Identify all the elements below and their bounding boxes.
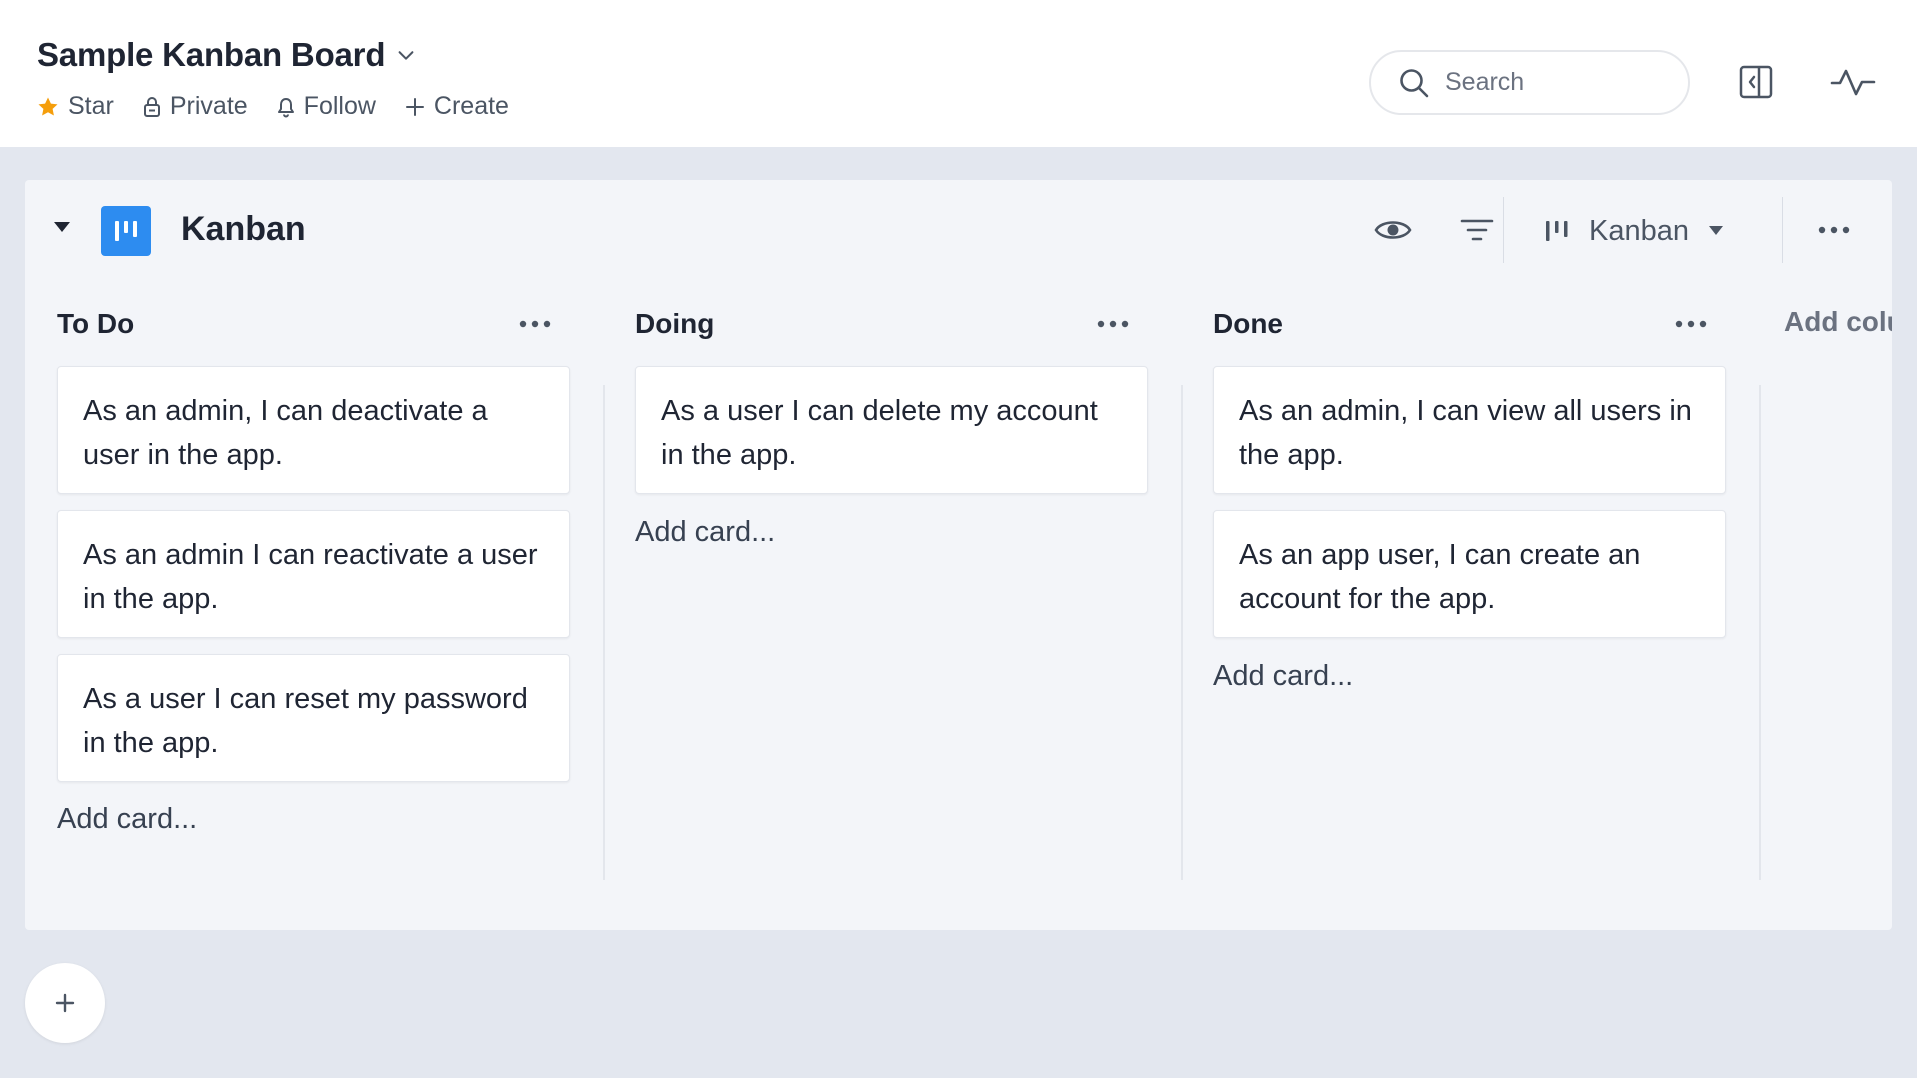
star-label: Star — [68, 92, 114, 120]
create-button[interactable]: Create — [404, 92, 509, 121]
panel-header: Kanban Kanban — [25, 180, 1892, 280]
add-card-button[interactable]: Add card... — [57, 803, 197, 836]
create-label: Create — [433, 92, 509, 120]
plus-icon — [55, 993, 75, 1013]
column-todo: To Do As an admin, I can deactivate a us… — [25, 280, 570, 880]
header-divider — [1782, 197, 1783, 263]
view-selector[interactable]: Kanban — [1543, 206, 1725, 256]
sidebar-toggle-icon — [1739, 65, 1773, 99]
more-horizontal-icon[interactable] — [1097, 320, 1129, 328]
search-box[interactable] — [1369, 50, 1690, 115]
private-label: Private — [169, 92, 248, 120]
panel-more-button[interactable] — [1816, 210, 1852, 250]
top-bar: Sample Kanban Board Star Private Follow … — [0, 0, 1917, 147]
star-icon — [38, 97, 58, 115]
view-selector-label: Kanban — [1589, 214, 1689, 247]
kanban-panel: Kanban Kanban To Do As an admin, I can d… — [25, 180, 1892, 930]
column-done: Done As an admin, I can view all users i… — [1181, 280, 1726, 880]
activity-icon — [1830, 69, 1876, 96]
board-meta-actions: Star Private Follow Create — [36, 92, 509, 121]
chevron-down-icon[interactable] — [395, 44, 417, 66]
column-divider — [1759, 385, 1761, 880]
more-horizontal-icon — [1818, 226, 1850, 234]
search-icon — [1400, 68, 1429, 97]
kanban-card[interactable]: As an admin, I can view all users in the… — [1213, 366, 1726, 494]
more-horizontal-icon[interactable] — [1675, 320, 1707, 328]
column-doing: Doing As a user I can delete my account … — [603, 280, 1148, 880]
more-horizontal-icon[interactable] — [519, 320, 551, 328]
add-card-button[interactable]: Add card... — [1213, 660, 1353, 693]
eye-icon — [1374, 221, 1412, 239]
board-title-row[interactable]: Sample Kanban Board — [37, 36, 417, 74]
activity-button[interactable] — [1830, 62, 1876, 102]
search-input[interactable] — [1445, 68, 1665, 97]
column-title[interactable]: Doing — [635, 308, 714, 340]
filter-button[interactable] — [1459, 210, 1495, 250]
lock-icon — [143, 96, 160, 117]
kanban-view-icon — [1546, 221, 1568, 241]
panel-title[interactable]: Kanban — [181, 210, 306, 249]
add-column-button[interactable]: Add column — [1784, 306, 1892, 338]
kanban-card[interactable]: As an app user, I can create an account … — [1213, 510, 1726, 638]
filter-icon — [1460, 219, 1494, 241]
board-title[interactable]: Sample Kanban Board — [37, 36, 385, 74]
kanban-board-icon — [101, 206, 151, 256]
plus-icon — [405, 97, 424, 116]
kanban-card[interactable]: As an admin I can reactivate a user in t… — [57, 510, 570, 638]
star-button[interactable]: Star — [36, 92, 114, 121]
follow-label: Follow — [303, 92, 376, 120]
private-button[interactable]: Private — [142, 92, 248, 121]
caret-down-icon[interactable] — [53, 220, 71, 234]
column-title[interactable]: Done — [1213, 308, 1283, 340]
add-card-button[interactable]: Add card... — [635, 516, 775, 549]
kanban-card[interactable]: As a user I can delete my account in the… — [635, 366, 1148, 494]
column-title[interactable]: To Do — [57, 308, 134, 340]
caret-down-icon — [1709, 226, 1723, 235]
visibility-button[interactable] — [1372, 210, 1414, 250]
kanban-card[interactable]: As a user I can reset my password in the… — [57, 654, 570, 782]
follow-button[interactable]: Follow — [276, 92, 376, 121]
bell-icon — [277, 97, 294, 117]
header-divider — [1503, 197, 1504, 263]
kanban-card[interactable]: As an admin, I can deactivate a user in … — [57, 366, 570, 494]
add-section-button[interactable] — [25, 963, 105, 1043]
toggle-sidebar-button[interactable] — [1736, 62, 1776, 102]
